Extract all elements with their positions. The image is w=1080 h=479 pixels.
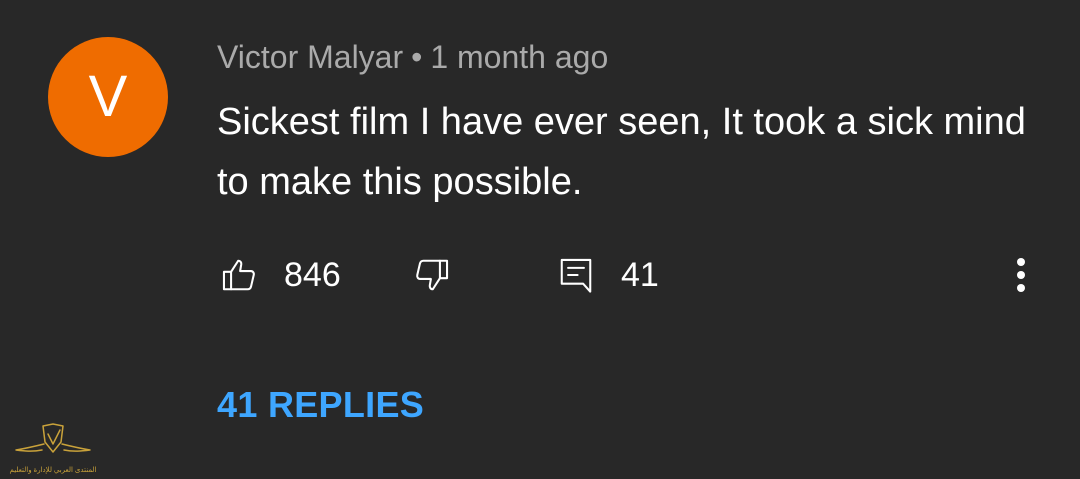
watermark-logo: المنتدى العربي للإدارة والتعليم <box>8 420 98 476</box>
comment-time: 1 month ago <box>430 39 609 75</box>
like-button[interactable]: 846 <box>220 250 341 300</box>
comment-meta: Victor Malyar • 1 month ago <box>217 37 608 77</box>
avatar-letter: V <box>88 64 128 129</box>
more-vertical-icon <box>1013 255 1029 295</box>
more-options-button[interactable] <box>1013 250 1029 300</box>
view-replies-link[interactable]: 41 REPLIES <box>217 383 424 427</box>
thumbs-up-icon <box>220 256 258 294</box>
comment-text: Sickest film I have ever seen, It took a… <box>217 101 1026 203</box>
watermark-text: المنتدى العربي للإدارة والتعليم <box>9 467 97 474</box>
author-name[interactable]: Victor Malyar <box>217 39 403 75</box>
avatar[interactable]: V <box>48 37 168 157</box>
thumbs-down-icon <box>413 256 451 294</box>
comment-icon <box>557 255 595 295</box>
comment-actions: 846 41 <box>217 250 1057 300</box>
meta-separator: • <box>411 39 423 75</box>
like-count: 846 <box>284 256 341 294</box>
dislike-button[interactable] <box>413 250 451 300</box>
comment-thread: V Victor Malyar • 1 month ago Sickest film… <box>0 0 1080 479</box>
reply-button[interactable]: 41 <box>557 250 659 300</box>
reply-count: 41 <box>621 256 659 294</box>
